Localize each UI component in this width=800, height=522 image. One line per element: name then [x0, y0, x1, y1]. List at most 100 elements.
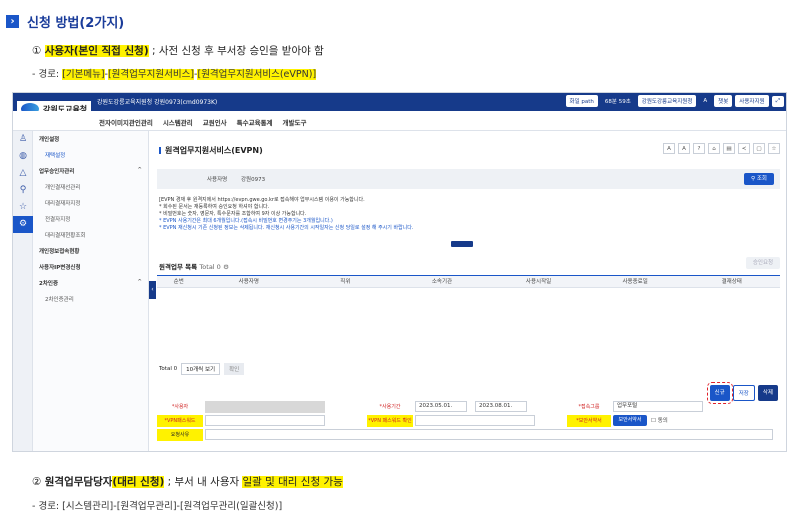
menu-item[interactable]: 시스템관리 [163, 117, 193, 127]
bookmark-icon[interactable]: ⌂ [708, 143, 720, 154]
column-header[interactable]: 직위 [297, 276, 394, 287]
column-header[interactable]: 사용자명 [200, 276, 297, 287]
approve-request-button[interactable]: 승인요청 [746, 257, 780, 269]
path-prefix: - 경로: [32, 69, 63, 80]
method1-path: - 경로: [기본메뉴]-[원격업무지원서비스]-[원격업무지원서비스(eVPN… [32, 66, 317, 80]
org-line: 강원도강릉교육지원청 강원0973(cmd0973K) [97, 99, 218, 106]
data-grid: 순번 사용자명 직위 소속기관 사용시작일 사용종료일 결재상태 [157, 275, 780, 355]
method2-path: - 경로: [시스템관리]-[원격업무관리]-[원격업무관리(일괄신청)] [32, 501, 283, 512]
menu-item[interactable]: 개발도구 [283, 117, 307, 127]
chevron-right-icon: › [6, 15, 19, 28]
sidebar-toggle[interactable]: ‹ [149, 281, 156, 299]
sidebar-item[interactable]: 2차인증관리 [33, 291, 148, 307]
notice-line: * 회수된 문서는 재등록하여 승인요청 하셔야 합니다. [159, 204, 270, 210]
confirm-button[interactable]: 확인 [224, 363, 245, 375]
sidebar-item[interactable]: 대리결재현황조회 [33, 227, 148, 243]
delete-button[interactable]: 삭제 [757, 385, 778, 401]
office-select[interactable]: 강원도강릉교육지원청 [637, 95, 697, 107]
filter-label: 사용자명 [207, 177, 228, 183]
sidebar-item[interactable]: 사용자IP변경신청 [33, 259, 148, 275]
method1-desc: ; 사전 신청 후 부서장 승인을 받아야 함 [148, 45, 324, 57]
notice-line: * EVPN 사용기간은 최대 6개월입니다.(접속시 비밀번호 변경주기는 3… [159, 218, 333, 224]
column-header[interactable]: 결재상태 [683, 276, 780, 287]
sidebar-item[interactable]: 개인설정 [33, 131, 148, 147]
page-title: 원격업무지원서비스(EVPN) [159, 145, 263, 156]
main-content: 원격업무지원서비스(EVPN) A A ? ⌂ ▤ ≺ ▢ ☆ 사용자명 강원0… [149, 131, 786, 451]
agree-label: 동의 [657, 418, 668, 424]
start-date-input[interactable]: 2023.05.01. [415, 401, 467, 412]
collapse-handle[interactable] [451, 241, 473, 247]
filter-value[interactable]: 강원0973 [241, 175, 265, 183]
chatbot-button[interactable]: 챗봇 [714, 95, 733, 107]
help-icon[interactable]: ? [693, 143, 705, 154]
list-total: Total 0 [199, 263, 221, 271]
sidebar-item-label: 2차인증 [39, 281, 59, 287]
bell-icon[interactable]: △ [13, 165, 33, 182]
method2-name: 원격업무담당자 [44, 476, 113, 488]
end-date-input[interactable]: 2023.08.01. [475, 401, 527, 412]
section-title-text: 신청 방법(2가지) [27, 16, 125, 31]
expand-icon[interactable]: ⤢ [771, 95, 784, 107]
sidebar-item-label: 재택설정 [45, 153, 66, 159]
font-large-icon[interactable]: A [678, 143, 690, 154]
app-screenshot: 강원도강릉교육지원청 강원0973(cmd0973K) 화일 path 68분 … [12, 92, 787, 452]
menu-item[interactable]: 전자이미지관인관리 [99, 117, 153, 127]
path-button[interactable]: 화일 path [565, 95, 598, 107]
user-field-masked[interactable] [205, 401, 325, 413]
star-icon[interactable]: ☆ [13, 199, 33, 216]
chevron-up-icon: ^ [137, 279, 142, 285]
pager: Total 0 10개씩 보기 확인 [159, 363, 245, 375]
sidebar-item[interactable]: 재택설정 [33, 147, 148, 163]
path-part-2: [원격업무지원서비스] [107, 69, 195, 80]
sidebar-item-label: 개인결재선관리 [45, 185, 81, 191]
column-header[interactable]: 순번 [157, 276, 200, 287]
favorite-icon[interactable]: ☆ [768, 143, 780, 154]
sidebar-item-label: 개인설정 [39, 137, 60, 143]
reason-label: 요청사유 [157, 429, 203, 441]
page-tools: A A ? ⌂ ▤ ≺ ▢ ☆ [663, 143, 780, 154]
sidebar: 개인설정 재택설정 업무승인자관리 ^ 개인결재선관리 대리결재자지정 전결자지정… [33, 131, 149, 451]
save-button[interactable]: 저장 [732, 385, 755, 401]
search-button[interactable]: ⚲ 조회 [744, 173, 774, 185]
column-header[interactable]: 사용종료일 [587, 276, 684, 287]
app-topbar: 강원도강릉교육지원청 강원0973(cmd0973K) 화일 path 68분 … [13, 93, 786, 111]
user-icon[interactable]: ♙ [13, 131, 33, 148]
form-row: *VPN패스워드 *VPN 패스워드 확인 *보안서약서 보안서약서 ☐ 동의 [157, 415, 780, 429]
sidebar-item[interactable]: 업무승인자관리 ^ [33, 163, 148, 179]
menu-item[interactable]: 교원인사 [203, 117, 227, 127]
agree-checkbox[interactable]: ☐ 동의 [651, 416, 668, 424]
form-row: *사용자 *사용기간 2023.05.01. 2023.08.01. *접속그룹… [157, 401, 780, 415]
column-header[interactable]: 사용시작일 [490, 276, 587, 287]
print-icon[interactable]: ▤ [723, 143, 735, 154]
reason-input[interactable] [205, 429, 773, 440]
group-select[interactable]: 업무포털 [613, 401, 703, 412]
share-icon[interactable]: ≺ [738, 143, 750, 154]
settings-icon[interactable]: ⚙ [223, 263, 229, 271]
globe-icon[interactable]: ◍ [13, 148, 33, 165]
method2-number: ② [32, 476, 42, 488]
path-part-3: [원격업무지원서비스(eVPN)] [197, 69, 317, 80]
pw-confirm-input[interactable] [415, 415, 535, 426]
sidebar-item[interactable]: 전결자지정 [33, 211, 148, 227]
method2-line: ② 원격업무담당자(대리 신청) ; 부서 내 사용자 일괄 및 대리 신청 가… [32, 474, 343, 489]
pledge-button[interactable]: 보안서약서 [613, 415, 647, 426]
sidebar-item[interactable]: 2차인증 ^ [33, 275, 148, 291]
grid-header: 순번 사용자명 직위 소속기관 사용시작일 사용종료일 결재상태 [157, 276, 780, 288]
method1-line: ① 사용자(본인 직접 신청) ; 사전 신청 후 부서장 승인을 받아야 함 [32, 43, 324, 58]
new-button[interactable]: 신규 [706, 382, 733, 404]
menu-item[interactable]: 특수교육통계 [237, 117, 273, 127]
request-form: *사용자 *사용기간 2023.05.01. 2023.08.01. *접속그룹… [157, 401, 780, 451]
method2-desc: ; 부서 내 사용자 [164, 476, 243, 488]
search-icon[interactable]: ⚲ [13, 182, 33, 199]
method2-desc-highlight: 일괄 및 대리 신청 가능 [242, 476, 343, 488]
page-size-select[interactable]: 10개씩 보기 [181, 363, 221, 375]
column-header[interactable]: 소속기관 [394, 276, 491, 287]
sidebar-item[interactable]: 개인정보접속현황 [33, 243, 148, 259]
sidebar-item[interactable]: 대리결재자지정 [33, 195, 148, 211]
sidebar-item[interactable]: 개인결재선관리 [33, 179, 148, 195]
support-button[interactable]: 사용자지원 [735, 95, 769, 107]
pw-input[interactable] [205, 415, 325, 426]
font-small-icon[interactable]: A [663, 143, 675, 154]
window-icon[interactable]: ▢ [753, 143, 765, 154]
settings-icon[interactable]: ⚙ [13, 216, 33, 233]
